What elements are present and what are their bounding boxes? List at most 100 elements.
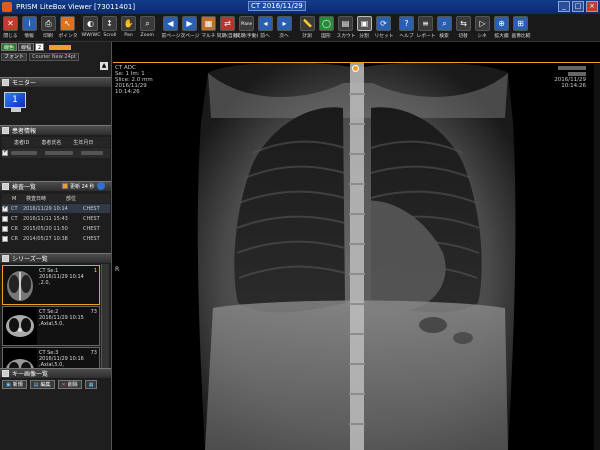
section-toggle-icon <box>2 127 9 134</box>
line-width-value[interactable]: 2 <box>35 43 45 51</box>
shape-icon: ◯ <box>319 16 334 31</box>
viewer-scrollbar[interactable] <box>594 64 600 450</box>
key-image-buttons: ▣ 新規 ▤ 編集 ✕ 削除 ▦ <box>2 380 98 389</box>
magnifier-button[interactable]: ⊕ 拡大鏡 <box>492 14 511 42</box>
pan-button[interactable]: ✋ Pan <box>119 14 138 42</box>
edit-key-button[interactable]: ▤ 編集 <box>29 380 55 389</box>
study-row[interactable]: CT 2016/11/29 10:14 CHEST <box>2 204 110 213</box>
title-bar: PRISM LiteBox Viewer [73011401] CT 2016/… <box>0 0 600 14</box>
scout-button[interactable]: ▤ スカウト <box>336 14 355 42</box>
section-title: 患者情報 <box>12 128 37 135</box>
monitor-icon[interactable]: 1 <box>4 92 28 114</box>
study-checkbox[interactable] <box>2 225 8 232</box>
wwwc-button[interactable]: ◐ WW/WC <box>81 14 100 42</box>
section-toggle-icon <box>2 255 9 262</box>
toolbar-label: 拡大鏡 <box>494 33 509 39</box>
pointer-button[interactable]: ↖ ポインタ <box>58 14 77 42</box>
search-button[interactable]: ⌕ 検索 <box>435 14 454 42</box>
study-row[interactable]: CT 2016/11/11 15:43 CHEST <box>2 214 110 223</box>
toolbar-label: 分割 <box>359 33 370 39</box>
line-color-swatch[interactable] <box>49 44 72 50</box>
next-icon: ▸ <box>277 16 292 31</box>
next-page-button[interactable]: ▶ 次ページ <box>180 14 199 42</box>
study-row[interactable]: CR 2014/05/27 10:38 CHEST <box>2 234 110 243</box>
sync-auto-button[interactable]: ⇄ 同期(自動) <box>216 14 239 42</box>
measure-button[interactable]: 📏 計測 <box>298 14 317 42</box>
series-scrollbar[interactable] <box>101 264 109 376</box>
prev-page-button[interactable]: ◀ 前ページ <box>161 14 180 42</box>
print-button[interactable]: ⎙ 印刷 <box>39 14 58 42</box>
report-button[interactable]: ≡ レポート <box>416 14 435 42</box>
study-checkbox[interactable] <box>2 235 8 242</box>
header-bodypart: 部位 <box>66 196 77 202</box>
series-thumbnail[interactable]: CT Se:1 1 2016/11/29 10:14 ,2.0, <box>2 265 100 305</box>
pointer-icon: ↖ <box>60 16 75 31</box>
toolbar-label: Scroll <box>102 32 117 38</box>
toolbar-label: ポインタ <box>58 33 78 39</box>
minimize-button[interactable]: _ <box>558 1 570 12</box>
patient-checkbox[interactable] <box>2 148 8 156</box>
toolbar-label: 閉じる <box>3 33 18 39</box>
study-bodypart: CHEST <box>83 235 100 242</box>
series-count: 1 <box>93 268 97 274</box>
font-button[interactable]: フォント <box>1 53 28 61</box>
series-thumbnail[interactable]: CT Se:3 73 2016/11/29 10:16 ,Axial,5.0, <box>2 347 100 369</box>
overlay-line: 10:14:26 <box>115 89 140 95</box>
edit-key-label: 編集 <box>40 381 51 388</box>
multi-button[interactable]: ▦ マルチ <box>199 14 218 42</box>
series-desc: ,2.0, <box>39 280 51 286</box>
close-button[interactable]: ✕ 閉じる <box>1 14 20 42</box>
auto-refresh-label: 更新 24 秒 <box>70 183 95 190</box>
image-viewport[interactable]: CT ADC Se: 1 Im: 1 Slice: 2.0 mm 2016/11… <box>113 63 600 450</box>
section-patient[interactable]: 患者情報 <box>0 125 111 135</box>
series-desc: ,Axial,5.0, <box>39 321 64 327</box>
refresh-icon[interactable] <box>96 182 105 190</box>
prev-button[interactable]: ◂ 前へ <box>256 14 275 42</box>
new-key-button[interactable]: ▣ 新規 <box>2 380 27 389</box>
study-datetime: 2016/11/29 10:14 <box>23 205 68 212</box>
line-width-button[interactable]: 線幅 <box>18 43 35 51</box>
next-button[interactable]: ▸ 次へ <box>275 14 294 42</box>
edit-icon: ▤ <box>33 381 39 388</box>
auto-refresh-checkbox[interactable] <box>62 183 68 189</box>
sync-manual-button[interactable]: Plane 同期(手動) <box>235 14 258 42</box>
compare-button[interactable]: ⊞ 画像比較 <box>511 14 530 42</box>
font-value[interactable]: Courier New 24pt <box>29 53 79 61</box>
scroll-button[interactable]: ↕ Scroll <box>100 14 119 42</box>
slice-scroll-handle[interactable] <box>352 65 359 72</box>
search-icon: ⌕ <box>437 16 452 31</box>
reset-button[interactable]: ⟳ リセット <box>374 14 393 42</box>
study-checkbox[interactable] <box>2 204 8 212</box>
maximize-button[interactable]: □ <box>572 1 584 12</box>
shape-button[interactable]: ◯ 図形 <box>317 14 336 42</box>
toolbar-label: WW/WC <box>81 32 101 38</box>
prev-page-icon: ◀ <box>163 16 178 31</box>
info-button[interactable]: i 情報 <box>20 14 39 42</box>
zoom-button[interactable]: ⌕ Zoom <box>138 14 157 42</box>
orientation-marker-right: R <box>115 266 120 273</box>
section-series[interactable]: シリーズ一覧 <box>0 253 111 263</box>
delete-key-button[interactable]: ✕ 削除 <box>57 380 82 389</box>
info-icon: i <box>22 16 37 31</box>
toolbar-label: 前ページ <box>161 33 180 39</box>
compare-icon: ⊞ <box>513 16 528 31</box>
section-keyimage[interactable]: キー画像一覧 <box>0 368 111 378</box>
layout-button[interactable]: ▣ 分割 <box>355 14 374 42</box>
patient-row[interactable] <box>2 148 110 158</box>
toolbar-label: マルチ <box>201 33 216 39</box>
study-title: CT 2016/11/29 <box>248 1 306 11</box>
study-row[interactable]: CR 2015/05/20 11:50 CHEST <box>2 224 110 233</box>
help-button[interactable]: ? ヘルプ <box>397 14 416 42</box>
cine-button[interactable]: ▷ シネ <box>473 14 492 42</box>
collapse-up-icon[interactable]: ▲ <box>100 62 108 70</box>
save-key-button[interactable]: ▦ <box>84 380 98 389</box>
series-thumbnail[interactable]: CT Se:2 73 2016/11/29 10:15 ,Axial,5.0, <box>2 306 100 346</box>
switch-button[interactable]: ⇆ 切替 <box>454 14 473 42</box>
line-color-button[interactable]: 線色 <box>1 43 18 51</box>
study-title-text: CT 2016/11/29 <box>248 1 306 11</box>
study-checkbox[interactable] <box>2 215 8 222</box>
line-settings-row: 線色 線幅 2 <box>0 42 111 52</box>
section-monitor[interactable]: モニター <box>0 77 111 87</box>
close-window-button[interactable]: × <box>586 1 598 12</box>
redacted-birthdate <box>81 151 103 155</box>
